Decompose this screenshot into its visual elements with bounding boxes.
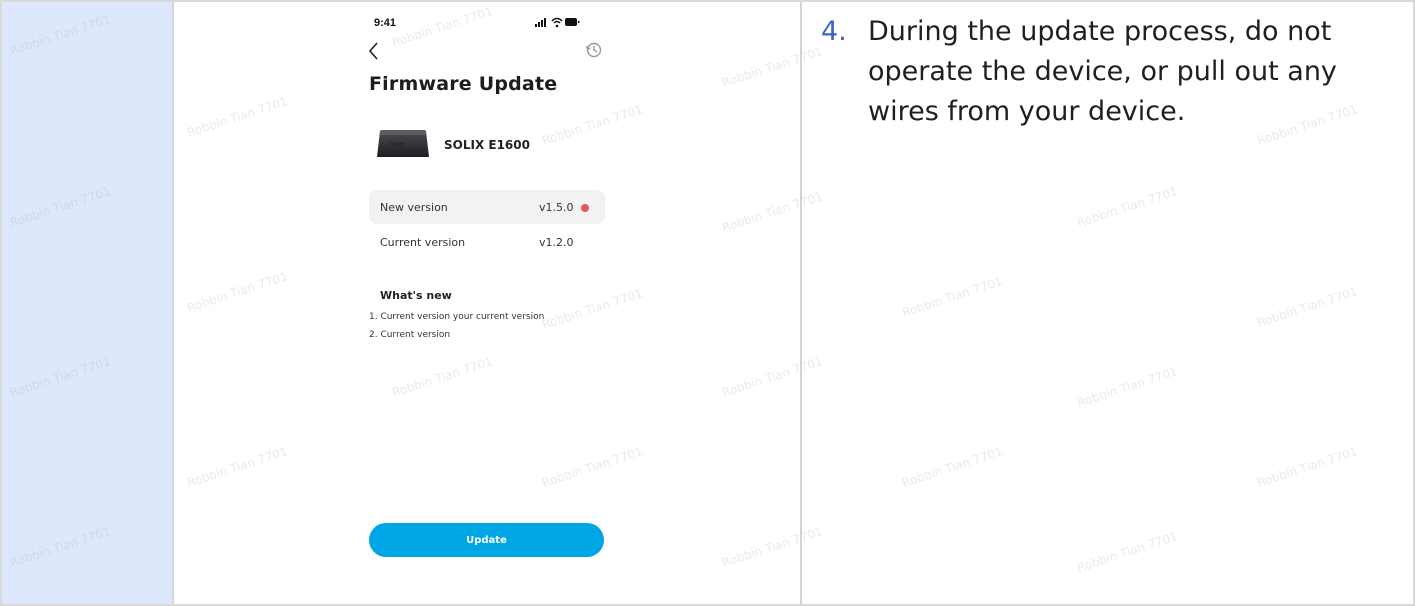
current-version-row: Current version v1.2.0 bbox=[369, 225, 605, 259]
status-icons bbox=[535, 17, 580, 28]
release-note: 2. Current version bbox=[369, 330, 451, 340]
new-version-value: v1.5.0 bbox=[539, 201, 574, 214]
status-time: 9:41 bbox=[374, 17, 397, 29]
update-button[interactable]: Update bbox=[369, 523, 604, 557]
current-version-value: v1.2.0 bbox=[539, 236, 574, 249]
instruction-step: 4. During the update process, do not ope… bbox=[821, 12, 1381, 132]
whats-new-title: What's new bbox=[380, 289, 452, 302]
battery-icon bbox=[565, 18, 580, 26]
back-chevron-icon[interactable] bbox=[367, 40, 381, 62]
history-icon[interactable] bbox=[585, 41, 603, 59]
device-name: SOLIX E1600 bbox=[444, 138, 530, 152]
power-station-image bbox=[377, 130, 429, 157]
step-text: During the update process, do not operat… bbox=[868, 16, 1337, 127]
phone-screen: 9:41 Firmware Update SOLIX E1600 New ver… bbox=[367, 0, 607, 606]
signal-icon bbox=[535, 18, 546, 27]
wifi-icon bbox=[551, 17, 563, 28]
current-version-label: Current version bbox=[380, 236, 466, 249]
new-version-label: New version bbox=[380, 201, 448, 214]
left-column bbox=[2, 2, 174, 604]
column-divider bbox=[800, 2, 802, 604]
release-note: 1. Current version your current version bbox=[369, 312, 545, 322]
release-notes: 1. Current version your current version … bbox=[369, 312, 544, 348]
new-version-badge-dot bbox=[581, 204, 589, 212]
page-title: Firmware Update bbox=[369, 73, 558, 95]
step-number: 4. bbox=[821, 16, 847, 47]
new-version-row: New version v1.5.0 bbox=[369, 190, 605, 224]
